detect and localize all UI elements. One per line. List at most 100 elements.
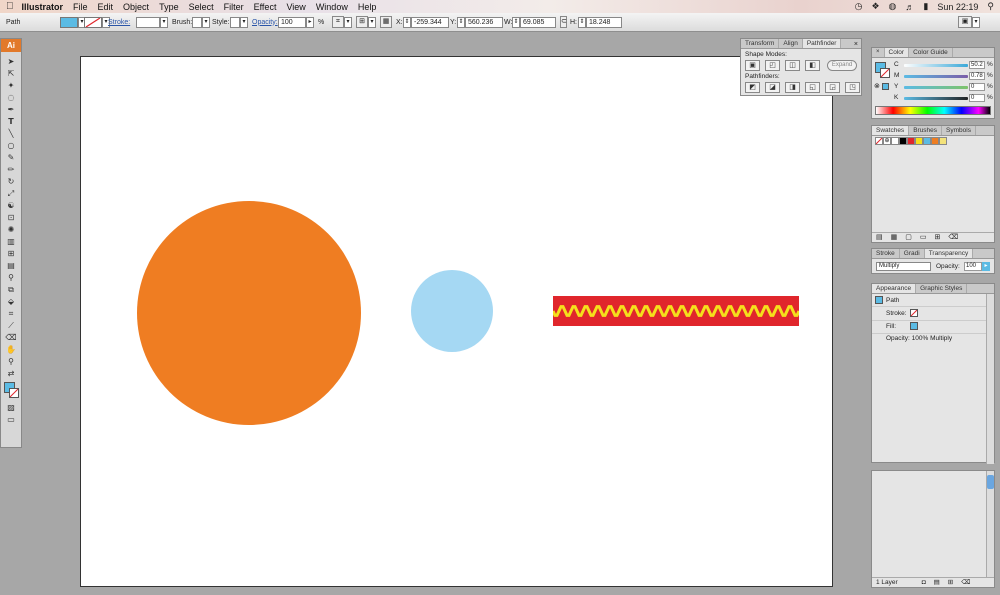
appearance-fill-label[interactable]: Fill: xyxy=(886,323,896,330)
intersect-icon[interactable]: ◫ xyxy=(785,60,800,71)
menu-view[interactable]: View xyxy=(286,2,305,12)
menu-edit[interactable]: Edit xyxy=(98,2,114,12)
line-tool-icon[interactable]: ╲ xyxy=(1,128,21,140)
registration-swatch-icon[interactable]: ⊕ xyxy=(883,137,891,145)
color-mode-icon[interactable]: ▨ xyxy=(1,402,21,414)
y-field[interactable]: 560.236 px xyxy=(465,16,503,28)
appearance-fill-swatch[interactable] xyxy=(910,322,918,330)
light-blue-circle[interactable] xyxy=(411,270,493,352)
delete-layer-icon[interactable]: ⌫ xyxy=(961,578,970,587)
recolor-artwork-icon[interactable]: ⌗ xyxy=(332,16,344,28)
paintbrush-tool-icon[interactable]: ✎ xyxy=(1,152,21,164)
minus-back-icon[interactable]: ◳ xyxy=(845,82,860,93)
stroke-weight-dropdown-icon[interactable]: ▾ xyxy=(160,16,168,28)
blend-mode-select[interactable]: Multiply xyxy=(876,262,931,271)
style-field[interactable] xyxy=(230,16,240,28)
show-swatch-kinds-icon[interactable]: ▦ xyxy=(891,233,898,242)
opacity-field[interactable]: 100 xyxy=(278,16,306,28)
wifi-icon[interactable]: ◍ xyxy=(889,1,897,12)
appearance-scrollbar[interactable] xyxy=(986,294,994,464)
channel-c-field[interactable]: 50.2 xyxy=(969,61,985,69)
trim-icon[interactable]: ◪ xyxy=(765,82,780,93)
tab-transparency[interactable]: Transparency xyxy=(924,249,974,258)
swatch[interactable] xyxy=(899,137,907,145)
swatch[interactable] xyxy=(931,137,939,145)
new-color-group-icon[interactable]: ▭ xyxy=(920,233,927,242)
swatch[interactable] xyxy=(915,137,923,145)
battery-icon[interactable]: ▮ xyxy=(923,1,928,12)
hand-tool-icon[interactable]: ✋ xyxy=(1,344,21,356)
brush-dropdown-icon[interactable]: ▾ xyxy=(202,16,210,28)
channel-k-field[interactable]: 0 xyxy=(969,94,985,102)
type-tool-icon[interactable]: T xyxy=(1,116,21,128)
free-transform-tool-icon[interactable]: ⊡ xyxy=(1,212,21,224)
workspace-dropdown-icon[interactable]: ▾ xyxy=(972,16,980,28)
direct-selection-tool-icon[interactable]: ⇱ xyxy=(1,68,21,80)
live-paint-tool-icon[interactable]: ⬙ xyxy=(1,296,21,308)
app-menu[interactable]: Illustrator xyxy=(22,2,64,12)
w-field[interactable]: 69.085 px xyxy=(520,16,556,28)
recolor-dropdown-icon[interactable]: ▾ xyxy=(344,16,352,28)
tab-symbols[interactable]: Symbols xyxy=(942,126,976,135)
menu-object[interactable]: Object xyxy=(123,2,149,12)
opacity-slider-arrow-icon[interactable]: ▸ xyxy=(982,262,990,271)
outline-icon[interactable]: ◲ xyxy=(825,82,840,93)
orange-circle[interactable] xyxy=(137,201,361,425)
eyedropper-tool-icon[interactable]: ⚲ xyxy=(1,272,21,284)
channel-m-field[interactable]: 0.78 xyxy=(969,72,985,80)
new-layer-icon[interactable]: ⊞ xyxy=(948,578,953,587)
pencil-tool-icon[interactable]: ✏ xyxy=(1,164,21,176)
menu-help[interactable]: Help xyxy=(358,2,377,12)
eraser-tool-icon[interactable]: ⌫ xyxy=(1,332,21,344)
menu-type[interactable]: Type xyxy=(159,2,179,12)
h-field[interactable]: 18.248 px xyxy=(586,16,622,28)
stroke-indicator-swatch[interactable] xyxy=(9,388,19,398)
opacity-dropdown-icon[interactable]: ▸ xyxy=(306,16,314,28)
volume-icon[interactable]: ♬ xyxy=(905,2,914,12)
magic-wand-tool-icon[interactable]: ✦ xyxy=(1,80,21,92)
zoom-tool-icon[interactable]: ⚲ xyxy=(1,356,21,368)
bluetooth-icon[interactable]: ❖ xyxy=(871,1,879,12)
opacity-label[interactable]: Opacity: xyxy=(252,16,278,28)
menu-filter[interactable]: Filter xyxy=(224,2,244,12)
swatch[interactable] xyxy=(939,137,947,145)
wavy-stripe-rectangle[interactable] xyxy=(551,296,801,326)
tab-gradient[interactable]: Gradi xyxy=(900,249,925,258)
swatch[interactable] xyxy=(923,137,931,145)
channel-c-slider[interactable] xyxy=(904,64,968,67)
tab-transform[interactable]: Transform xyxy=(741,39,780,48)
time-machine-icon[interactable]: ◷ xyxy=(855,1,863,12)
expand-button[interactable]: Expand xyxy=(827,60,857,71)
apple-menu-icon[interactable]:  xyxy=(6,1,14,12)
stroke-label[interactable]: Stroke: xyxy=(108,16,130,28)
crop-area-tool-icon[interactable]: ⌗ xyxy=(1,308,21,320)
tab-pathfinder[interactable]: Pathfinder xyxy=(802,39,842,48)
align-options-icon[interactable]: ⊞ xyxy=(356,16,368,28)
stroke-weight-field[interactable] xyxy=(136,16,160,28)
tab-brushes[interactable]: Brushes xyxy=(909,126,943,135)
appearance-stroke-swatch[interactable] xyxy=(910,309,918,317)
swap-colors-icon[interactable]: ⇄ xyxy=(1,368,21,380)
screen-mode-icon[interactable]: ▭ xyxy=(1,414,21,426)
swatch[interactable] xyxy=(891,137,899,145)
merge-icon[interactable]: ◨ xyxy=(785,82,800,93)
new-swatch-icon[interactable]: ⊞ xyxy=(935,233,941,242)
clock[interactable]: Sun 22:19 xyxy=(937,2,978,12)
exclude-icon[interactable]: ◧ xyxy=(805,60,820,71)
make-clipping-mask-icon[interactable]: ◘ xyxy=(922,578,926,587)
swatch-none[interactable] xyxy=(875,137,883,145)
slice-tool-icon[interactable]: ⟋ xyxy=(1,320,21,332)
unite-icon[interactable]: ▣ xyxy=(745,60,760,71)
channel-m-slider[interactable] xyxy=(904,75,968,78)
transparency-opacity-field[interactable]: 100 xyxy=(964,262,982,271)
channel-k-slider[interactable] xyxy=(904,97,968,100)
workspace-switcher-icon[interactable]: ▣ xyxy=(958,16,972,28)
layers-scrollbar[interactable] xyxy=(986,471,994,577)
fill-swatch[interactable] xyxy=(60,16,78,28)
menu-file[interactable]: File xyxy=(73,2,88,12)
mesh-tool-icon[interactable]: ⊞ xyxy=(1,248,21,260)
delete-swatch-icon[interactable]: ⌫ xyxy=(948,233,958,242)
rotate-tool-icon[interactable]: ↻ xyxy=(1,176,21,188)
style-dropdown-icon[interactable]: ▾ xyxy=(240,16,248,28)
channel-y-slider[interactable] xyxy=(904,86,968,89)
